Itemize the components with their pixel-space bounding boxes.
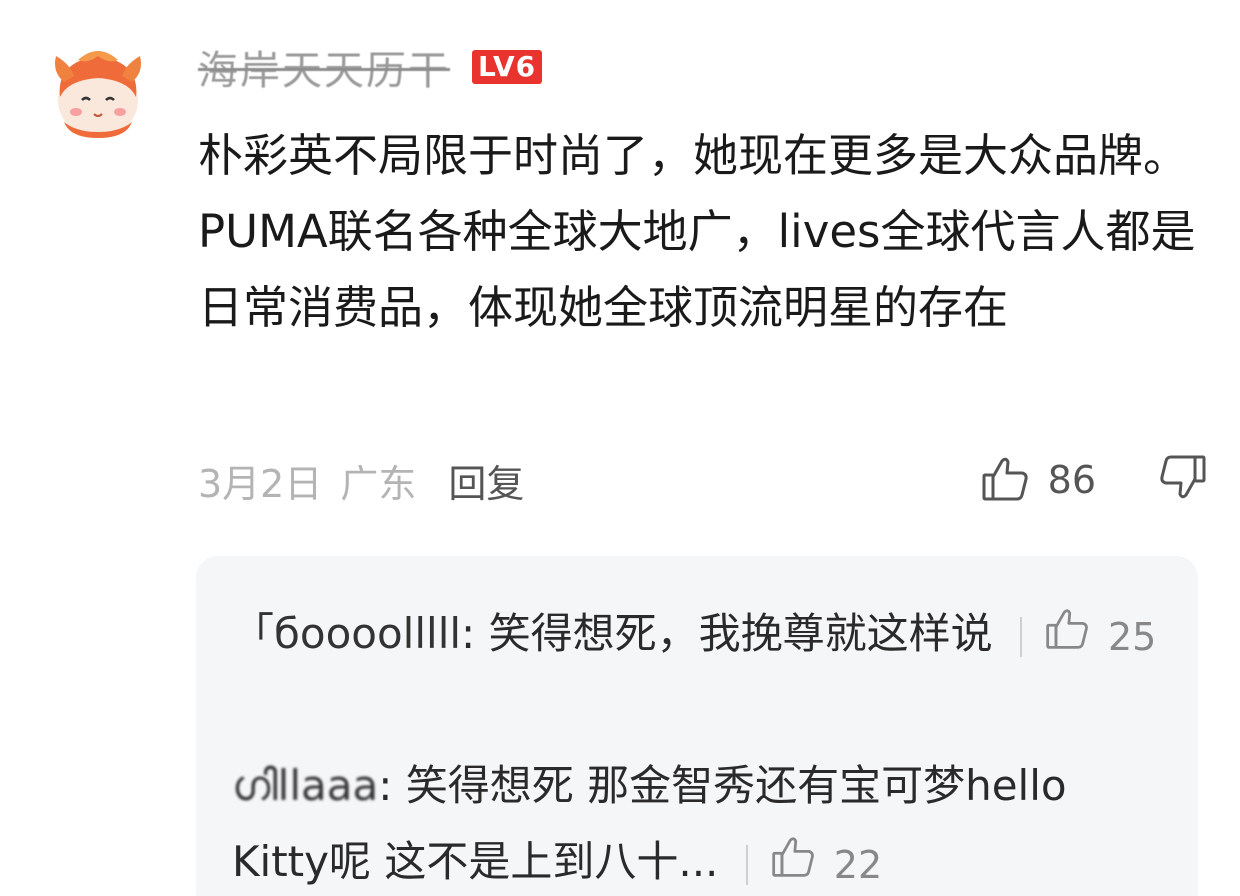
reply-username[interactable]: 「бооооlllll xyxy=(232,609,461,658)
thumbs-up-icon xyxy=(1044,599,1090,675)
thumbs-down-icon[interactable] xyxy=(1158,453,1208,507)
comment-location: 广东 xyxy=(340,461,417,506)
reply-like-button[interactable]: 22 xyxy=(745,827,883,896)
replies-panel: 「бооооlllll: 笑得想死，我挽尊就这样说 25 ഗിllaaa: 笑得… xyxy=(196,556,1198,896)
comment-meta: 3月2日 广东 回复 86 xyxy=(198,452,1208,508)
reply-item[interactable]: 「бооооlllll: 笑得想死，我挽尊就这样说 25 xyxy=(232,596,1162,675)
reply-like-count: 25 xyxy=(1107,614,1157,659)
avatar[interactable] xyxy=(50,42,146,142)
like-count: 86 xyxy=(1047,458,1096,502)
like-button[interactable]: 86 xyxy=(980,453,1158,507)
reply-text: 笑得想死，我挽尊就这样说 xyxy=(488,609,993,658)
comment-text: 朴彩英不局限于时尚了，她现在更多是大众品牌。PUMA联名各种全球大地广，live… xyxy=(198,129,1196,334)
reply-like-count: 22 xyxy=(833,842,883,887)
divider xyxy=(1019,616,1022,657)
username[interactable]: 海岸天天历干 xyxy=(198,38,450,96)
reply-username[interactable]: ഗിllaaa xyxy=(232,761,378,810)
thumbs-up-icon xyxy=(770,827,816,896)
reply-button[interactable]: 回复 xyxy=(448,453,524,508)
reply-like-button[interactable]: 25 xyxy=(1019,599,1157,675)
comment-date: 3月2日 xyxy=(198,461,323,506)
thumbs-up-icon xyxy=(980,453,1030,507)
divider xyxy=(745,844,748,885)
reply-item[interactable]: ഗിllaaa: 笑得想死 那金智秀还有宝可梦hello Kitty呢 这不是上… xyxy=(232,748,1162,896)
comment-header: 海岸天天历干 LV6 xyxy=(198,38,543,96)
level-badge: LV6 xyxy=(472,50,543,84)
